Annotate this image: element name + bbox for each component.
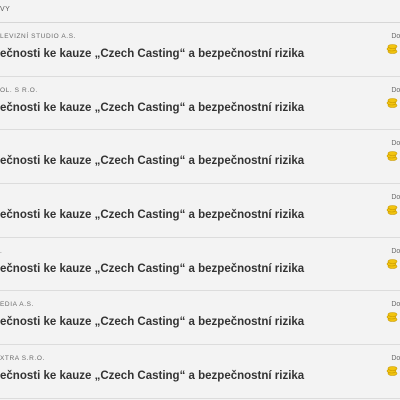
delivery-status: Doruč <box>391 140 400 147</box>
message-row[interactable]: EDIA A.S. ečnosti ke kauze „Czech Casting… <box>0 291 400 346</box>
message-subject: ečnosti ke kauze „Czech Casting“ a bezpe… <box>0 155 305 168</box>
message-sender: EDIA A.S. <box>0 301 34 309</box>
delivery-status: Doruč <box>391 355 400 362</box>
delivery-status: Doruč <box>391 248 400 255</box>
coins-icon <box>386 258 398 269</box>
message-sender: LEVIZNÍ STUDIO A.S. <box>0 33 77 40</box>
message-list: LEVIZNÍ STUDIO A.S. ečnosti ke kauze „Cze… <box>0 23 400 399</box>
coins-icon <box>386 97 398 108</box>
message-sender: XTRA S.R.O. <box>0 355 45 363</box>
list-header-title: VY <box>0 6 11 13</box>
message-subject: ečnosti ke kauze „Czech Casting“ a bezpe… <box>0 262 305 275</box>
coins-icon <box>386 44 398 54</box>
message-row[interactable]: ečnosti ke kauze „Czech Casting“ a bezpe… <box>0 130 400 185</box>
delivery-status-label: Doruč <box>391 194 400 202</box>
message-row[interactable]: ečnosti ke kauze „Czech Casting“ a bezpe… <box>0 184 400 238</box>
coins-icon <box>386 366 398 376</box>
message-list-page: VY LEVIZNÍ STUDIO A.S. ečnosti ke kauze „… <box>0 0 400 400</box>
message-row[interactable]: . ečnosti ke kauze „Czech Casting“ a bezp… <box>0 238 400 292</box>
message-sender: OL. S R.O. <box>0 86 38 94</box>
coins-icon <box>386 312 398 323</box>
coins-icon <box>386 205 398 215</box>
delivery-status-label: Doruč <box>391 301 400 309</box>
message-row[interactable]: OL. S R.O. ečnosti ke kauze „Czech Castin… <box>0 77 400 131</box>
list-header: VY <box>0 0 400 23</box>
message-subject: ečnosti ke kauze „Czech Casting“ a bezpe… <box>0 101 305 114</box>
message-subject: ečnosti ke kauze „Czech Casting“ a bezpe… <box>0 370 305 383</box>
message-row[interactable]: LEVIZNÍ STUDIO A.S. ečnosti ke kauze „Cze… <box>0 23 400 77</box>
message-subject: ečnosti ke kauze „Czech Casting“ a bezpe… <box>0 209 305 222</box>
delivery-status: Doruč <box>391 194 400 201</box>
delivery-status-label: Doruč <box>391 33 400 40</box>
delivery-status-label: Doruč <box>391 86 400 94</box>
delivery-status-label: Doruč <box>391 247 400 255</box>
message-subject: ečnosti ke kauze „Czech Casting“ a bezpe… <box>0 48 305 60</box>
message-subject: ečnosti ke kauze „Czech Casting“ a bezpe… <box>0 316 305 329</box>
coins-icon <box>386 151 398 162</box>
delivery-status-label: Doruč <box>391 355 400 363</box>
delivery-status: Doruč <box>391 33 400 40</box>
delivery-status: Doruč <box>391 301 400 308</box>
message-row[interactable]: XTRA S.R.O. ečnosti ke kauze „Czech Casti… <box>0 345 400 399</box>
delivery-status-label: Doruč <box>391 140 400 148</box>
delivery-status: Doruč <box>391 87 400 94</box>
message-sender: . <box>0 247 3 255</box>
